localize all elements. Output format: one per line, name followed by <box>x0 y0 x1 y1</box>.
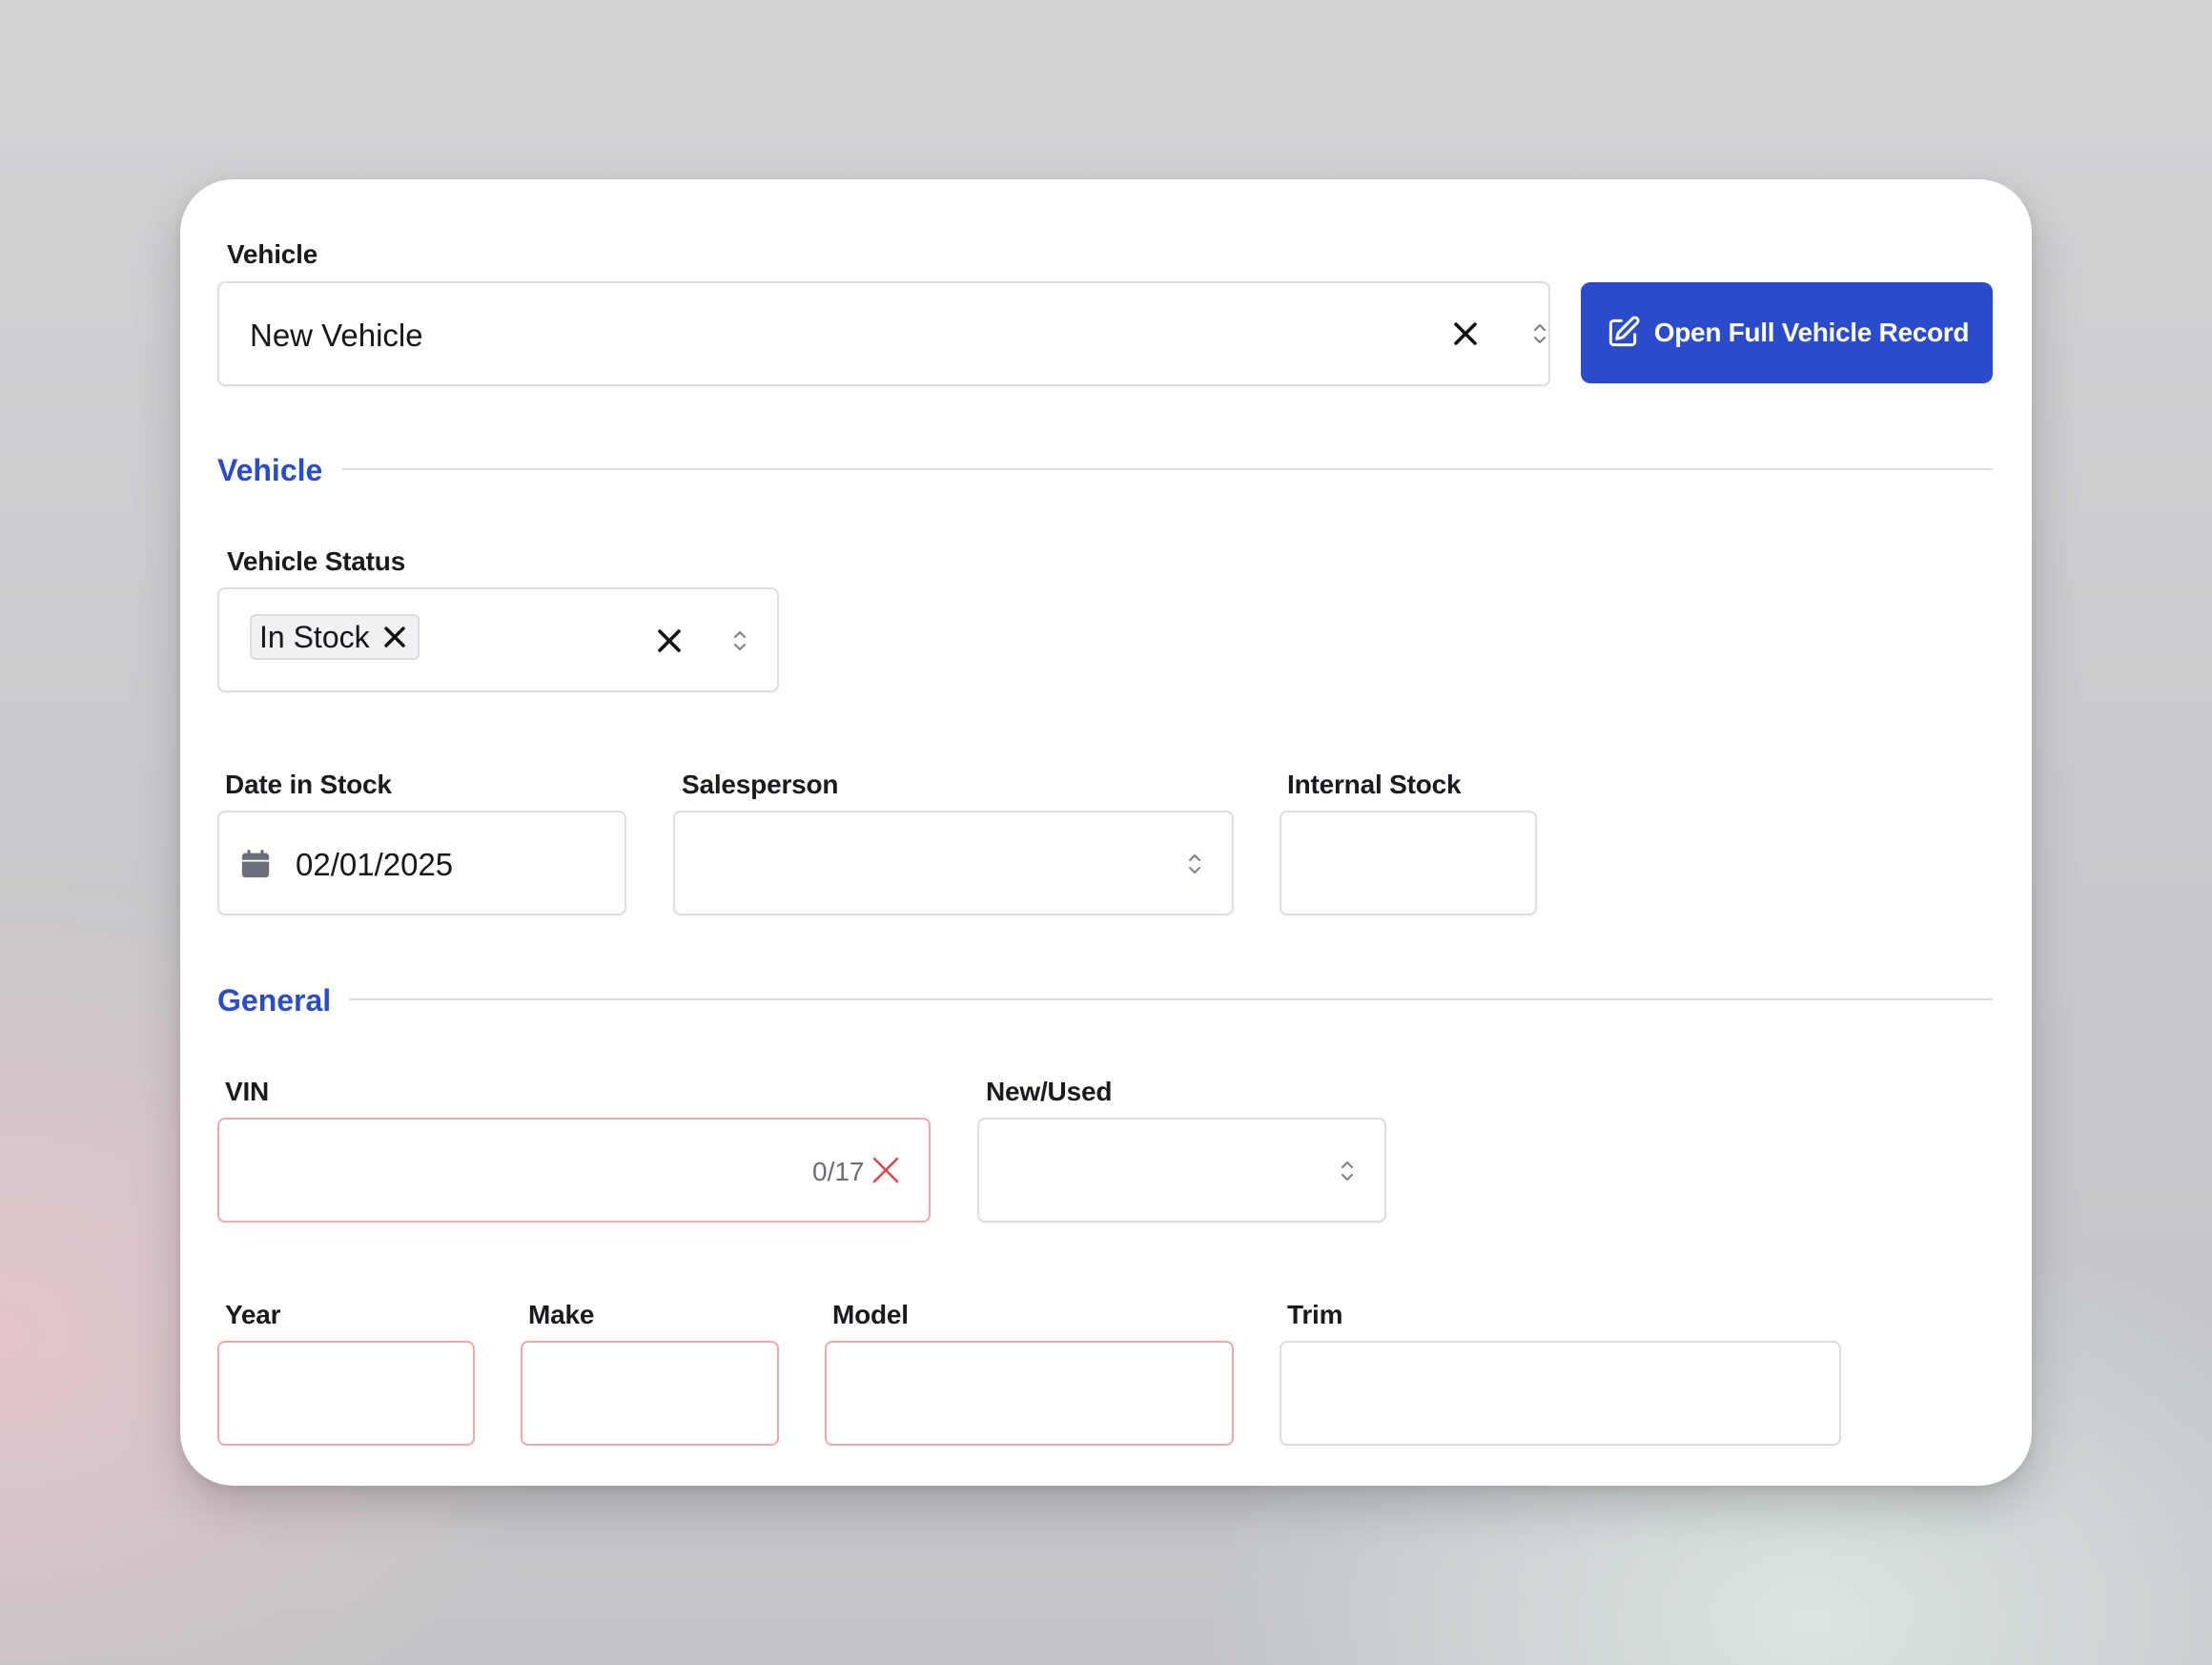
status-chip: In Stock <box>250 614 420 660</box>
date-in-stock-value: 02/01/2025 <box>296 847 454 882</box>
vin-input[interactable]: 0/17 <box>217 1118 931 1223</box>
open-full-vehicle-record-label: Open Full Vehicle Record <box>1653 318 1970 347</box>
internal-stock-input[interactable] <box>1280 811 1537 915</box>
vehicle-select-value: New Vehicle <box>250 318 423 353</box>
section-title-general: General <box>217 983 332 1018</box>
salesperson-select[interactable] <box>673 811 1234 915</box>
make-input[interactable] <box>521 1341 779 1446</box>
section-divider <box>342 468 1993 470</box>
vehicle-select-label: Vehicle <box>227 239 318 269</box>
chevron-up-down-icon <box>1529 316 1550 352</box>
chevron-up-down-icon <box>1337 1153 1358 1189</box>
vehicle-status-label: Vehicle Status <box>227 546 406 576</box>
section-divider <box>349 998 1993 1000</box>
date-in-stock-field[interactable]: 02/01/2025 <box>217 811 626 915</box>
vehicle-select[interactable]: New Vehicle <box>217 281 1550 386</box>
trim-label: Trim <box>1287 1300 1343 1329</box>
vin-character-counter: 0/17 <box>812 1157 865 1186</box>
calendar-icon <box>238 847 273 881</box>
vehicle-form-card: Vehicle New Vehicle Open Full Vehicle Re… <box>180 179 2032 1486</box>
salesperson-label: Salesperson <box>682 770 839 799</box>
error-x-icon <box>870 1154 902 1186</box>
date-in-stock-label: Date in Stock <box>225 770 392 799</box>
status-chip-label: In Stock <box>259 619 370 654</box>
vehicle-status-select[interactable]: In Stock <box>217 587 779 692</box>
new-used-label: New/Used <box>986 1077 1113 1106</box>
section-title-vehicle: Vehicle <box>217 453 323 487</box>
year-label: Year <box>225 1300 281 1329</box>
edit-icon <box>1605 315 1641 351</box>
open-full-vehicle-record-button[interactable]: Open Full Vehicle Record <box>1581 282 1993 383</box>
clear-status-icon[interactable] <box>654 626 685 656</box>
year-input[interactable] <box>217 1341 475 1446</box>
remove-chip-icon[interactable] <box>383 626 406 648</box>
model-input[interactable] <box>825 1341 1234 1446</box>
trim-input[interactable] <box>1280 1341 1841 1446</box>
model-label: Model <box>832 1300 909 1329</box>
clear-vehicle-icon[interactable] <box>1449 318 1482 350</box>
internal-stock-label: Internal Stock <box>1287 770 1462 799</box>
chevron-up-down-icon <box>1184 846 1205 882</box>
make-label: Make <box>528 1300 595 1329</box>
new-used-select[interactable] <box>977 1118 1386 1223</box>
chevron-up-down-icon <box>729 623 750 659</box>
vin-label: VIN <box>225 1077 270 1106</box>
